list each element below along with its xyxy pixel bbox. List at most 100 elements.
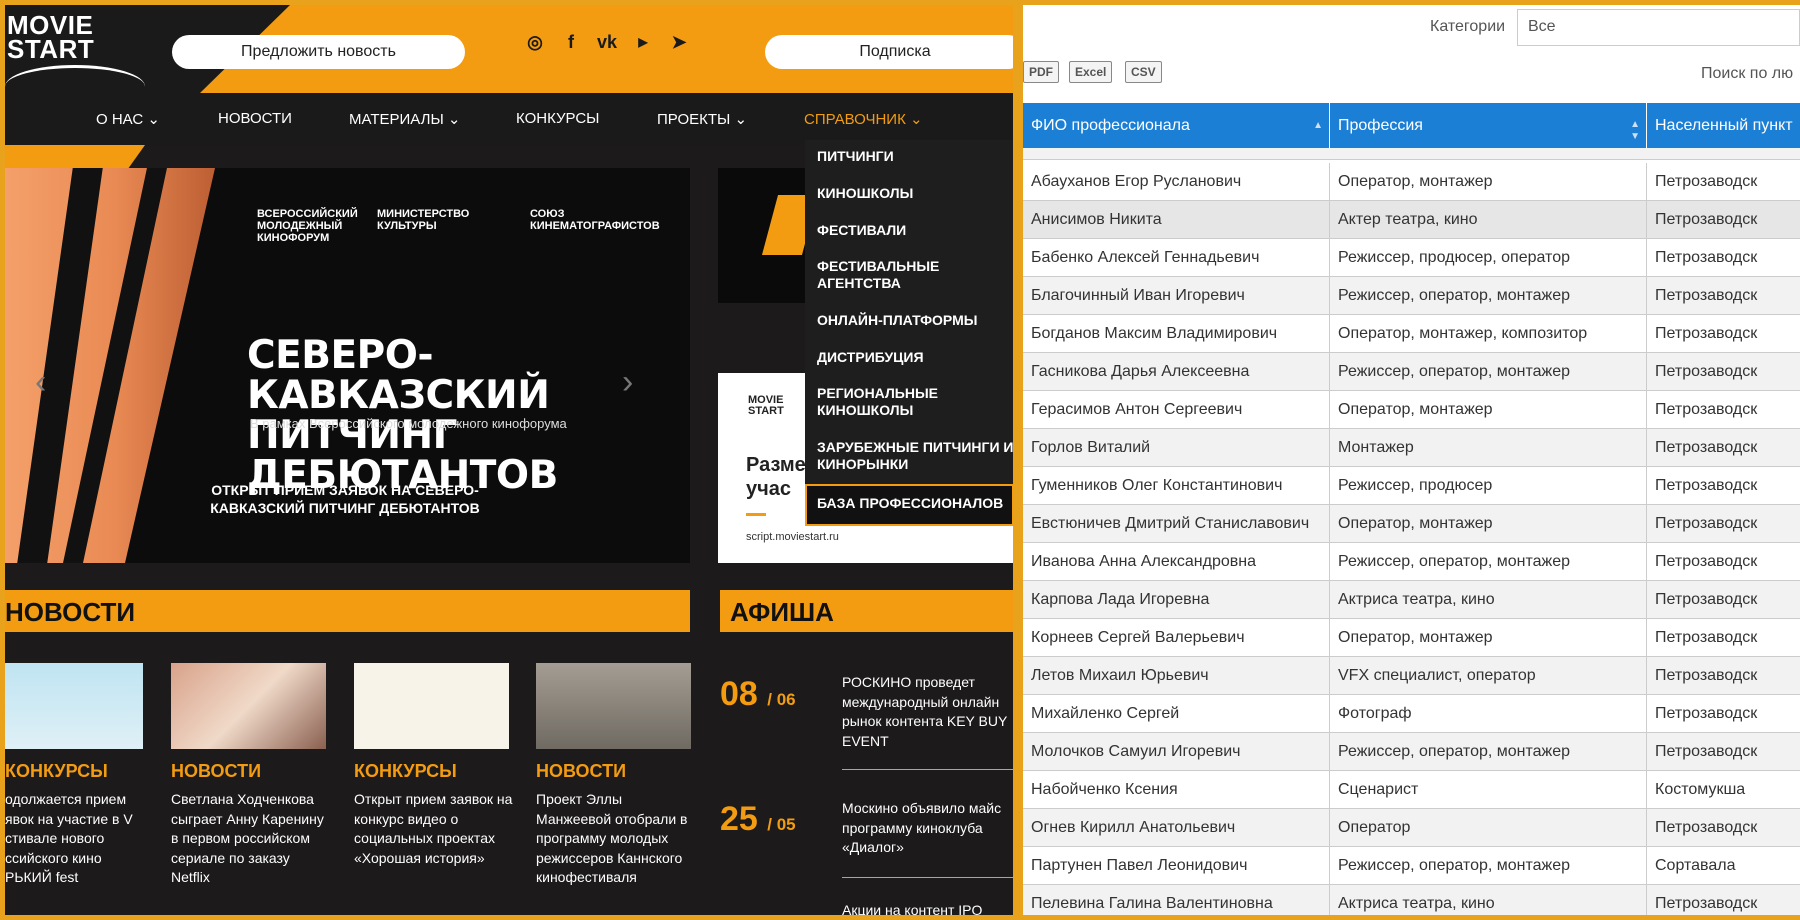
categories-select[interactable]: Все [1517,9,1800,46]
cell-city: Петрозаводск [1655,211,1758,228]
site-logo[interactable]: MOVIE START [7,12,94,62]
table-row[interactable]: Молочков Самуил Игоревич Режиссер, операт… [1023,733,1800,771]
news-section-title: НОВОСТИ [5,597,136,627]
table-row[interactable]: Евстюничев Дмитрий Станиславович Оператор… [1023,505,1800,543]
table-row[interactable]: Абауханов Егор Русланович Оператор, монта… [1023,163,1800,201]
cell-name: Герасимов Антон Сергеевич [1023,391,1330,428]
cell-city: Петрозаводск [1655,439,1758,456]
column-header-city[interactable]: Населенный пункт [1647,103,1800,148]
table-row[interactable]: Карпова Лада Игоревна Актриса театра, кин… [1023,581,1800,619]
nav-contests[interactable]: КОНКУРСЫ [516,110,599,127]
nav-about[interactable]: О НАС ⌄ [96,110,160,128]
cell-name: Гасникова Дарья Алексеевна [1023,353,1330,390]
dropdown-item-online-platforms[interactable]: ОНЛАЙН-ПЛАТФОРМЫ [817,312,1013,329]
slider-next-icon[interactable]: › [622,363,633,402]
table-row[interactable]: Гуменников Олег Константинович Режиссер, … [1023,467,1800,505]
table-row[interactable]: Богданов Максим Владимирович Оператор, мо… [1023,315,1800,353]
table-row[interactable]: Иванова Анна Александровна Режиссер, опер… [1023,543,1800,581]
table-row[interactable]: Горлов Виталий Монтажер Петрозаводск [1023,429,1800,467]
cell-name: Пелевина Галина Валентиновна [1023,885,1330,915]
table-row[interactable]: Летов Михаил Юрьевич VFX специалист, опер… [1023,657,1800,695]
dropdown-item-festival-agencies[interactable]: ФЕСТИВАЛЬНЫЕ АГЕНТСТВА [817,258,957,292]
union-logo: СОЮЗ КИНЕМАТОГРАФИСТОВ [530,208,660,232]
instagram-icon[interactable]: ◎ [522,29,548,55]
dropdown-item-film-schools[interactable]: КИНОШКОЛЫ [817,185,1013,202]
column-header-name[interactable]: ФИО профессионала ▲ [1023,103,1330,148]
hero-caption[interactable]: ОТКРЫТ ПРИЕМ ЗАЯВОК НА СЕВЕРО-КАВКАЗСКИЙ… [195,481,495,517]
cell-profession: Режиссер, продюсер [1330,467,1647,504]
news-headline[interactable]: Проект Эллы Манжеевой отобрали в програм… [536,790,696,888]
news-category[interactable]: НОВОСТИ [536,761,626,782]
cell-city: Петрозаводск [1655,629,1758,646]
table-row[interactable]: Анисимов Никита Актер театра, кино Петроза… [1023,201,1800,239]
cell-profession: Режиссер, оператор, монтажер [1330,277,1647,314]
news-image[interactable] [5,663,143,749]
suggest-news-button[interactable]: Предложить новость [172,35,465,69]
cell-name: Богданов Максим Владимирович [1023,315,1330,352]
cell-profession: Режиссер, оператор, монтажер [1330,543,1647,580]
cell-profession: Оператор, монтажер [1330,619,1647,656]
cell-city: Петрозаводск [1655,743,1758,760]
table-row[interactable]: Набойченко Ксения Сценарист Костомукша [1023,771,1800,809]
news-category[interactable]: КОНКУРСЫ [354,761,457,782]
telegram-icon[interactable]: ➤ [666,29,692,55]
nav-materials[interactable]: МАТЕРИАЛЫ ⌄ [349,110,461,128]
dropdown-item-regional-schools[interactable]: РЕГИОНАЛЬНЫЕ КИНОШКОЛЫ [817,385,947,419]
facebook-icon[interactable]: f [558,29,584,55]
cell-profession: Актриса театра, кино [1330,581,1647,618]
afisha-event[interactable]: Москино объявило майс программу киноклуб… [842,799,1013,858]
subscribe-button[interactable]: Подписка [765,35,1013,69]
table-row[interactable]: Пелевина Галина Валентиновна Актриса теат… [1023,885,1800,915]
news-headline[interactable]: одолжается прием явок на участие в V сти… [5,790,145,888]
social-links: ◎ f vk ▶ ➤ [522,29,692,55]
slider-prev-icon[interactable]: ‹ [35,363,46,402]
sort-icon: ▲ ▼ [1630,119,1640,142]
dropdown-item-festivals[interactable]: ФЕСТИВАЛИ [817,222,1013,239]
cell-name: Михайленко Сергей [1023,695,1330,732]
table-row[interactable]: Герасимов Антон Сергеевич Оператор, монта… [1023,391,1800,429]
dropdown-item-foreign-pitchings[interactable]: ЗАРУБЕЖНЫЕ ПИТЧИНГИ И КИНОРЫНКИ [817,439,1013,473]
sort-asc-icon: ▲ [1313,120,1323,131]
news-headline[interactable]: Открыт прием заявок на конкурс видео о с… [354,790,514,868]
news-headline[interactable]: Светлана Ходченкова сыграет Анну Каренин… [171,790,331,888]
afisha-event[interactable]: РОСКИНО проведет международный онлайн ры… [842,673,1013,751]
cell-profession: Оператор [1330,809,1647,846]
news-category[interactable]: НОВОСТИ [171,761,261,782]
vk-icon[interactable]: vk [594,29,620,55]
table-row[interactable]: Гасникова Дарья Алексеевна Режиссер, опер… [1023,353,1800,391]
news-image[interactable] [354,663,509,749]
banner-dash [746,513,766,516]
nav-news[interactable]: НОВОСТИ [218,110,292,127]
table-row[interactable]: Благочинный Иван Игоревич Режиссер, опера… [1023,277,1800,315]
cell-city: Петрозаводск [1655,173,1758,190]
cell-city: Петрозаводск [1655,591,1758,608]
youtube-icon[interactable]: ▶ [630,29,656,55]
cell-name: Корнеев Сергей Валерьевич [1023,619,1330,656]
nav-projects[interactable]: ПРОЕКТЫ ⌄ [657,110,747,128]
nav-directory[interactable]: СПРАВОЧНИК ⌄ [804,110,923,128]
cell-name: Анисимов Никита [1023,201,1330,238]
news-image[interactable] [536,663,691,749]
table-row[interactable]: Корнеев Сергей Валерьевич Оператор, монта… [1023,619,1800,657]
banner-logo: MOVIE START [748,394,784,417]
cell-profession: Оператор, монтажер, композитор [1330,315,1647,352]
export-csv-button[interactable]: CSV [1125,61,1162,83]
dropdown-item-distribution[interactable]: ДИСТРИБУЦИЯ [817,349,1013,366]
table-row[interactable]: Бабенко Алексей Геннадьевич Режиссер, про… [1023,239,1800,277]
export-excel-button[interactable]: Excel [1069,61,1113,83]
cell-city: Петрозаводск [1655,895,1758,912]
dropdown-item-professionals-db[interactable]: БАЗА ПРОФЕССИОНАЛОВ [817,495,1013,512]
afisha-event[interactable]: Акции на контент IPO [842,901,1013,915]
table-row[interactable]: Огнев Кирилл Анатольевич Оператор Петрозав… [1023,809,1800,847]
table-row[interactable]: Михайленко Сергей Фотограф Петрозаводск [1023,695,1800,733]
afisha-section-title: АФИША [730,597,834,627]
table-row[interactable]: Партунен Павел Леонидович Режиссер, опера… [1023,847,1800,885]
dropdown-item-pitchings[interactable]: ПИТЧИНГИ [817,148,1013,165]
cell-name: Абауханов Егор Русланович [1023,163,1330,200]
column-header-profession[interactable]: Профессия ▲ ▼ [1330,103,1647,148]
hero-slider[interactable]: ВСЕРОССИЙСКИЙ МОЛОДЕЖНЫЙ КИНОФОРУМ МИНИС… [5,168,690,563]
news-image[interactable] [171,663,326,749]
export-pdf-button[interactable]: PDF [1023,61,1059,83]
categories-label: Категории [1430,18,1506,35]
news-category[interactable]: КОНКУРСЫ [5,761,108,782]
